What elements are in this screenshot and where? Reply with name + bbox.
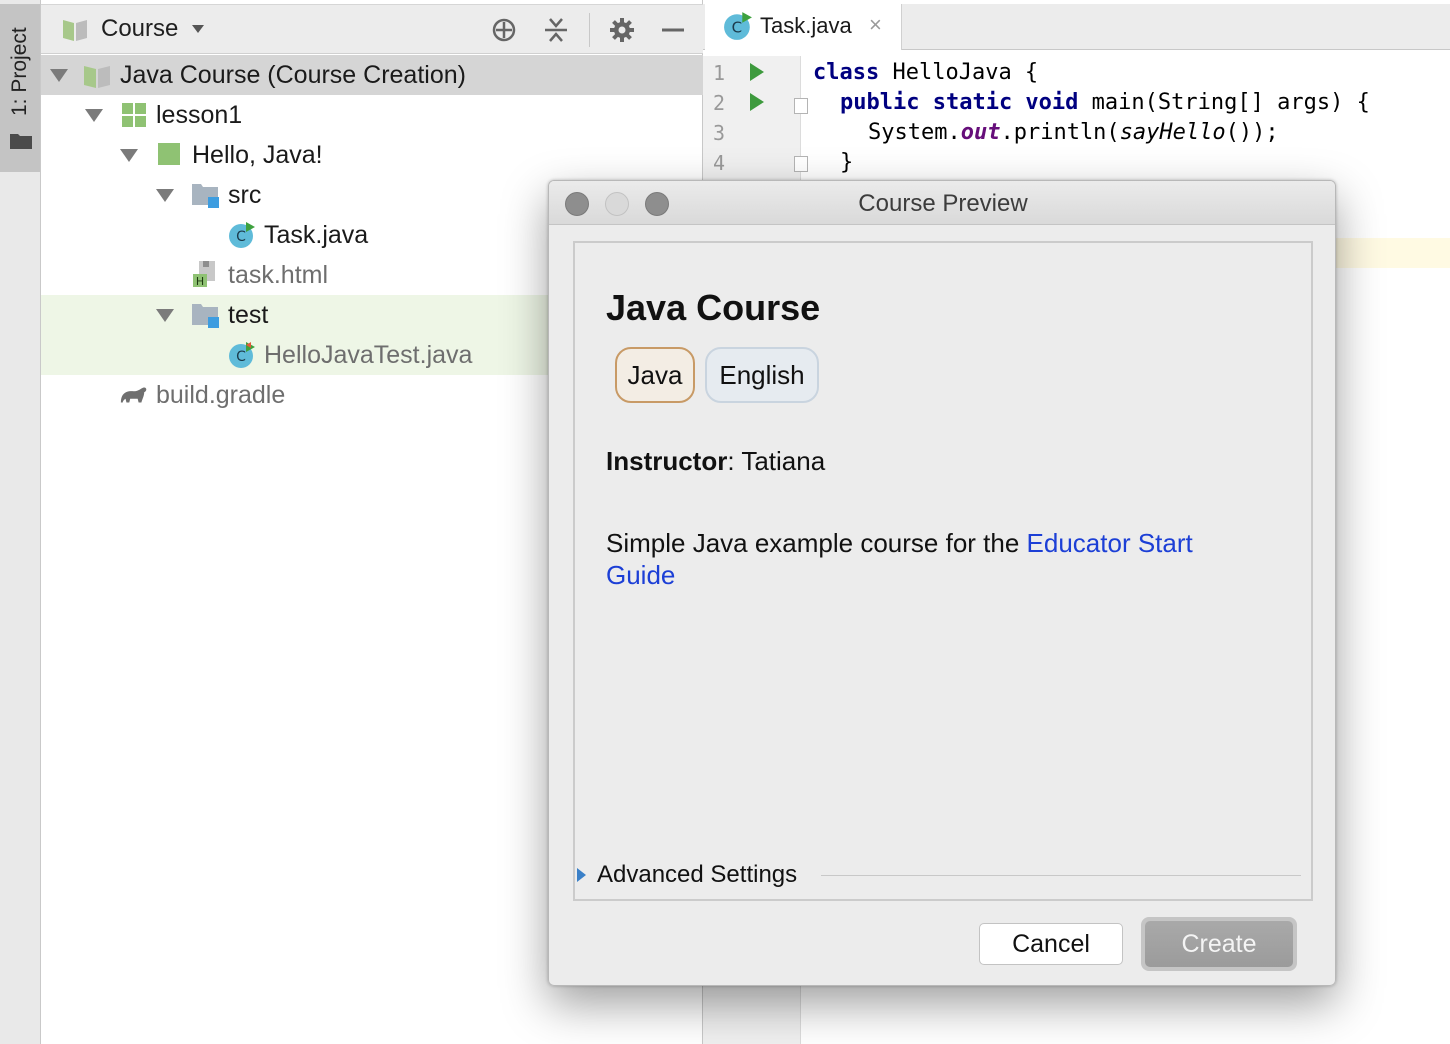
tree-item-label: HelloJavaTest.java bbox=[264, 340, 473, 369]
fold-icon[interactable] bbox=[794, 98, 808, 114]
create-button-label: Create bbox=[1145, 921, 1293, 967]
code-line-3[interactable]: System.out.println(sayHello()); bbox=[868, 120, 1279, 145]
expand-arrow-icon[interactable] bbox=[84, 107, 104, 123]
hide-icon[interactable] bbox=[660, 17, 686, 43]
tree-item-label: Hello, Java! bbox=[192, 140, 323, 169]
project-tool-window-tab[interactable]: 1: Project bbox=[0, 4, 40, 172]
tree-item-label: task.html bbox=[228, 260, 329, 289]
instructor-label: Instructor bbox=[606, 446, 728, 476]
language-tag[interactable]: Java bbox=[615, 347, 695, 403]
editor-tab-label: Task.java bbox=[760, 13, 852, 38]
code-method-call: sayHello bbox=[1119, 120, 1226, 145]
code-line-2[interactable]: public static void main(String[] args) { bbox=[840, 90, 1370, 115]
project-panel-toolbar: Course bbox=[41, 4, 703, 54]
tree-item-label: test bbox=[228, 300, 269, 329]
svg-text:C: C bbox=[236, 349, 246, 365]
view-selector[interactable]: Course bbox=[61, 5, 206, 53]
tree-item-label: src bbox=[228, 180, 262, 209]
chevron-down-icon bbox=[192, 25, 205, 33]
line-number: 1 bbox=[713, 61, 726, 85]
tree-item-label: Task.java bbox=[264, 220, 369, 249]
expand-arrow-icon[interactable] bbox=[155, 307, 175, 323]
test-folder-icon bbox=[192, 304, 219, 328]
instructor-name: Tatiana bbox=[741, 446, 826, 476]
tree-item-lesson[interactable]: lesson1 bbox=[41, 95, 703, 135]
code-text: System. bbox=[868, 120, 961, 145]
gear-icon[interactable] bbox=[609, 17, 635, 43]
code-line-4[interactable]: } bbox=[840, 150, 853, 175]
course-name: Java Course bbox=[606, 287, 821, 328]
course-icon bbox=[84, 66, 110, 88]
course-icon bbox=[63, 20, 87, 41]
editor-tab-bar: C Task.java × bbox=[703, 4, 1450, 50]
tree-item-course[interactable]: Java Course (Course Creation) bbox=[41, 55, 703, 95]
dialog-titlebar[interactable]: Course Preview bbox=[549, 181, 1335, 225]
separator-line bbox=[821, 875, 1301, 876]
java-class-icon: C bbox=[724, 12, 752, 40]
advanced-settings-toggle[interactable]: Advanced Settings bbox=[575, 861, 1311, 889]
create-button[interactable]: Create bbox=[1141, 917, 1297, 971]
line-number: 2 bbox=[713, 91, 726, 115]
tree-item-label: lesson1 bbox=[156, 100, 243, 129]
editor-tab-task-java[interactable]: C Task.java × bbox=[705, 4, 902, 50]
code-keyword: class bbox=[813, 60, 880, 85]
view-selector-label: Course bbox=[101, 15, 179, 42]
course-preview-dialog: Course Preview Java Course Java English … bbox=[548, 180, 1336, 986]
course-description: Simple Java example course for the Educa… bbox=[606, 527, 1266, 591]
lesson-icon bbox=[122, 103, 146, 127]
run-icon[interactable] bbox=[750, 93, 764, 111]
tree-item-label: build.gradle bbox=[156, 380, 286, 409]
expand-arrow-icon[interactable] bbox=[49, 67, 69, 83]
locate-icon[interactable] bbox=[491, 17, 517, 43]
gradle-icon bbox=[120, 387, 147, 403]
expand-arrow-icon[interactable] bbox=[119, 147, 139, 163]
code-line-1[interactable]: class HelloJava { bbox=[813, 60, 1038, 85]
natural-language-tag[interactable]: English bbox=[705, 347, 819, 403]
html-file-icon: H bbox=[193, 261, 215, 287]
code-static-field: out bbox=[960, 120, 1001, 145]
toolbar-separator bbox=[589, 13, 590, 47]
current-line-highlight bbox=[1336, 238, 1450, 268]
tree-item-label: Java Course (Course Creation) bbox=[120, 60, 466, 89]
line-number: 4 bbox=[713, 151, 726, 175]
code-text: .println( bbox=[1000, 120, 1120, 145]
svg-text:C: C bbox=[732, 18, 742, 36]
task-icon bbox=[158, 143, 180, 165]
advanced-settings-label: Advanced Settings bbox=[597, 861, 798, 888]
description-text: Simple Java example course for the bbox=[606, 528, 1027, 558]
code-text: HelloJava { bbox=[879, 60, 1039, 85]
folder-icon bbox=[10, 134, 32, 149]
java-class-icon: C bbox=[229, 222, 255, 248]
expand-arrow-icon[interactable] bbox=[155, 187, 175, 203]
code-keyword: public static void bbox=[840, 90, 1079, 115]
code-text: } bbox=[840, 150, 854, 175]
code-text: ()); bbox=[1225, 120, 1279, 145]
course-info-panel: Java Course Java English Instructor: Tat… bbox=[573, 241, 1313, 901]
svg-text:H: H bbox=[196, 275, 204, 287]
source-folder-icon bbox=[192, 184, 219, 208]
line-number: 3 bbox=[713, 121, 726, 145]
instructor-line: Instructor: Tatiana bbox=[606, 446, 825, 477]
tree-item-task[interactable]: Hello, Java! bbox=[41, 135, 703, 175]
fold-icon[interactable] bbox=[794, 156, 808, 172]
java-test-class-icon: C bbox=[229, 342, 255, 368]
tool-window-stripe: 1: Project bbox=[0, 0, 41, 1044]
svg-text:C: C bbox=[236, 229, 246, 245]
close-icon[interactable]: × bbox=[869, 12, 882, 38]
run-icon[interactable] bbox=[750, 63, 764, 81]
code-text: main(String[] args) { bbox=[1078, 90, 1370, 115]
collapse-all-icon[interactable] bbox=[543, 17, 569, 43]
instructor-separator: : bbox=[727, 446, 742, 476]
dialog-title: Course Preview bbox=[858, 190, 1028, 217]
expand-triangle-icon bbox=[577, 868, 586, 882]
cancel-button[interactable]: Cancel bbox=[979, 923, 1123, 965]
